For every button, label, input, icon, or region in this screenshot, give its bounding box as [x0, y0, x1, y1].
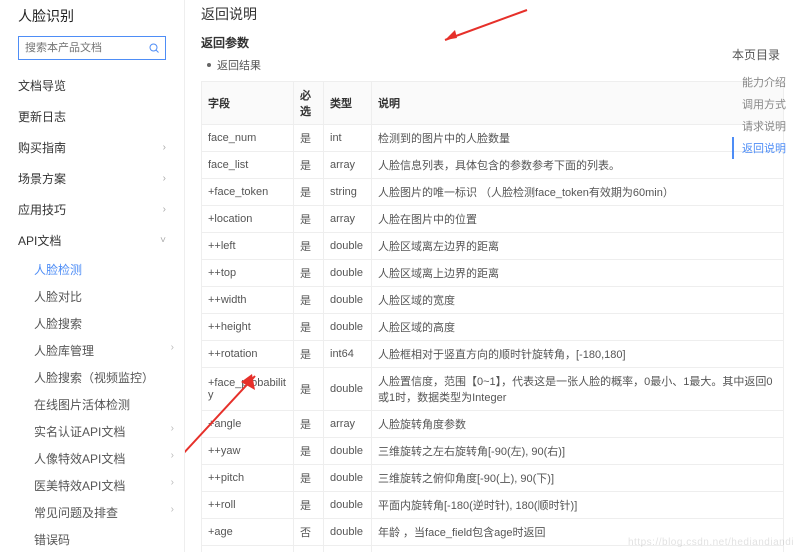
sidebar: 人脸识别 文档导览更新日志购买指南›场景方案›应用技巧›API文档˅人脸检测人脸…	[0, 0, 185, 552]
chevron-icon: ›	[171, 450, 174, 467]
th-desc: 说明	[372, 82, 784, 125]
sidebar-item[interactable]: 应用技巧›	[0, 194, 184, 225]
chevron-icon: ›	[163, 142, 166, 153]
table-row: +face_probability是double人脸置信度，范围【0~1】，代表…	[202, 368, 784, 411]
sidebar-subitem[interactable]: 常见问题及排查›	[0, 499, 184, 526]
table-row: ++height是double人脸区域的高度	[202, 314, 784, 341]
sidebar-item[interactable]: 购买指南›	[0, 132, 184, 163]
search-icon[interactable]	[143, 42, 165, 54]
watermark: https://blog.csdn.net/hediandiandi	[628, 537, 794, 548]
table-row: ++rotation是int64人脸框相对于竖直方向的顺时针旋转角，[-180,…	[202, 341, 784, 368]
section-title: 返回说明	[201, 4, 784, 24]
table-row: ++width是double人脸区域的宽度	[202, 287, 784, 314]
table-row: ++top是double人脸区域离上边界的距离	[202, 260, 784, 287]
bullet-result: 返回结果	[207, 57, 784, 73]
th-req: 必选	[294, 82, 324, 125]
th-type: 类型	[324, 82, 372, 125]
chevron-icon: ›	[171, 342, 174, 359]
table-row: +face_token是string人脸图片的唯一标识 （人脸检测face_to…	[202, 179, 784, 206]
table-row: ++roll是double平面内旋转角[-180(逆时针), 180(顺时针)]	[202, 492, 784, 519]
sidebar-subitem[interactable]: 在线图片活体检测	[0, 391, 184, 418]
sidebar-item[interactable]: API文档˅	[0, 225, 184, 256]
sidebar-title: 人脸识别	[0, 6, 184, 36]
params-table: 字段 必选 类型 说明 face_num是int检测到的图片中的人脸数量face…	[201, 81, 784, 552]
sidebar-item[interactable]: 文档导览	[0, 70, 184, 101]
sidebar-subitem[interactable]: 人像特效API文档›	[0, 445, 184, 472]
page-toc: 本页目录 能力介绍调用方式请求说明返回说明	[732, 46, 796, 159]
sidebar-item[interactable]: 场景方案›	[0, 163, 184, 194]
search-box[interactable]	[18, 36, 166, 60]
sidebar-subitem[interactable]: 人脸库管理›	[0, 337, 184, 364]
chevron-icon: ›	[163, 204, 166, 215]
table-row: ++yaw是double三维旋转之左右旋转角[-90(左), 90(右)]	[202, 438, 784, 465]
sidebar-subitem[interactable]: 人脸搜索（视频监控）	[0, 364, 184, 391]
chevron-icon: ›	[171, 423, 174, 440]
table-row: +location是array人脸在图片中的位置	[202, 206, 784, 233]
sidebar-item[interactable]: 更新日志	[0, 101, 184, 132]
sidebar-nav: 文档导览更新日志购买指南›场景方案›应用技巧›API文档˅人脸检测人脸对比人脸搜…	[0, 70, 184, 552]
toc-title: 本页目录	[732, 46, 796, 63]
bullet-text: 返回结果	[217, 57, 261, 73]
sidebar-subitem[interactable]: 人脸搜索	[0, 310, 184, 337]
main-content: 返回说明 返回参数 返回结果 字段 必选 类型 说明 face_num是int检…	[185, 0, 800, 552]
table-row: ++left是double人脸区域离左边界的距离	[202, 233, 784, 260]
table-row: ++pitch是double三维旋转之俯仰角度[-90(上), 90(下)]	[202, 465, 784, 492]
chevron-icon: ›	[171, 477, 174, 494]
chevron-icon: ›	[163, 173, 166, 184]
search-input[interactable]	[19, 42, 143, 54]
sidebar-subitem[interactable]: 人脸对比	[0, 283, 184, 310]
toc-item[interactable]: 调用方式	[732, 93, 796, 115]
table-row: +angle是array人脸旋转角度参数	[202, 411, 784, 438]
chevron-icon: ˅	[160, 235, 166, 246]
toc-item[interactable]: 能力介绍	[732, 71, 796, 93]
bullet-dot	[207, 63, 211, 67]
sidebar-subitem[interactable]: 医美特效API文档›	[0, 472, 184, 499]
sidebar-subitem[interactable]: 错误码	[0, 526, 184, 552]
toc-item[interactable]: 返回说明	[732, 137, 796, 159]
table-header-row: 字段 必选 类型 说明	[202, 82, 784, 125]
th-field: 字段	[202, 82, 294, 125]
table-row: face_num是int检测到的图片中的人脸数量	[202, 125, 784, 152]
toc-item[interactable]: 请求说明	[732, 115, 796, 137]
sub-title: 返回参数	[201, 34, 784, 51]
sidebar-subitem[interactable]: 实名认证API文档›	[0, 418, 184, 445]
chevron-icon: ›	[171, 504, 174, 521]
table-row: face_list是array人脸信息列表，具体包含的参数参考下面的列表。	[202, 152, 784, 179]
sidebar-subitem[interactable]: 人脸检测	[0, 256, 184, 283]
